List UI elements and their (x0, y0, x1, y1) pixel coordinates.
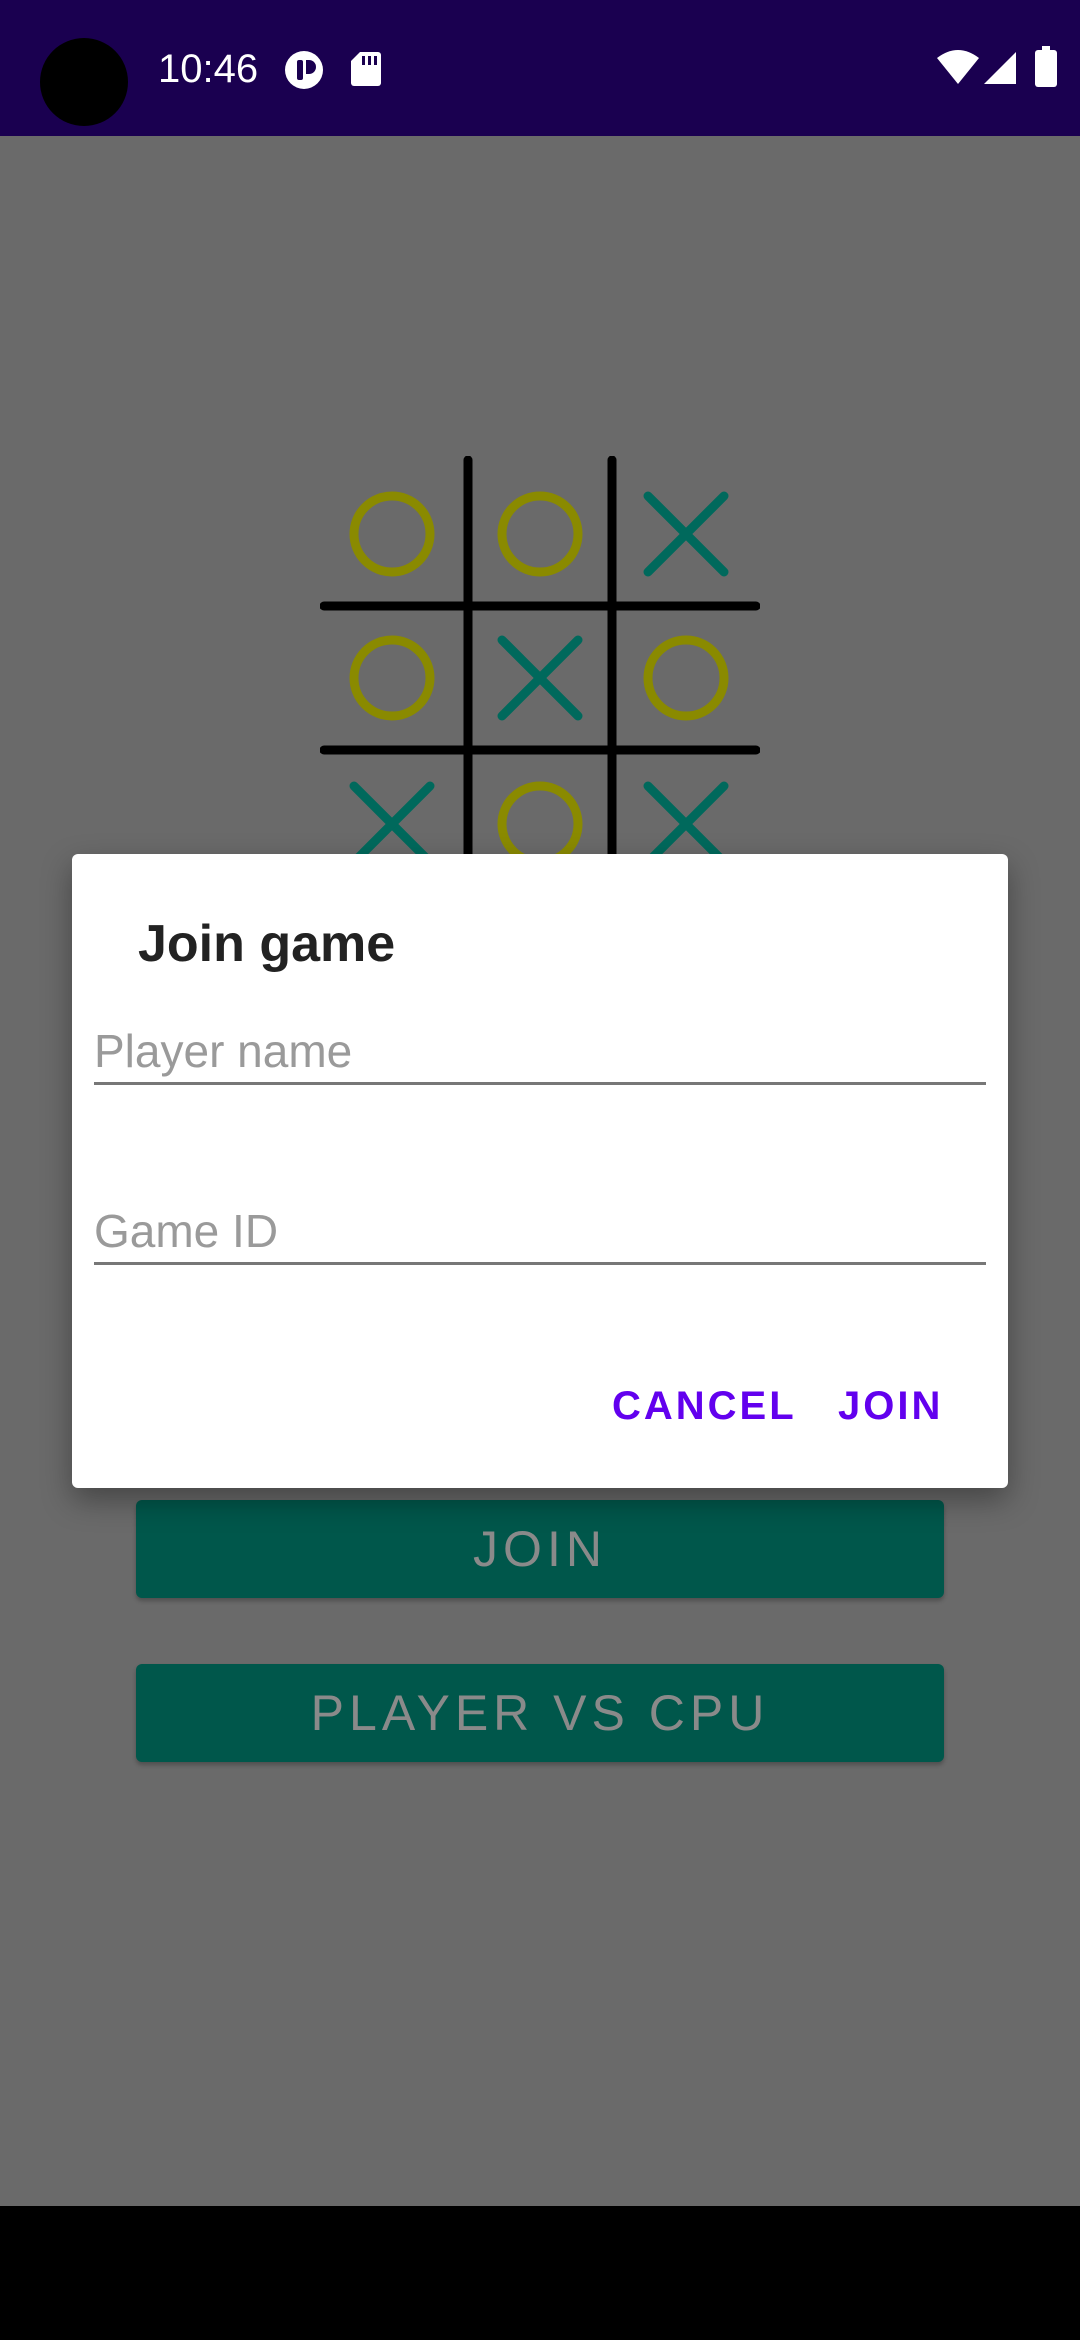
status-time: 10:46 (158, 47, 259, 91)
game-id-field[interactable] (94, 1178, 986, 1265)
o-mark-cell-1 (349, 491, 435, 577)
o-mark-cell-6 (643, 635, 729, 721)
dialog-join-button[interactable]: JOIN (838, 1384, 943, 1429)
x-mark-cell-3 (643, 491, 729, 577)
o-mark-cell-4 (349, 635, 435, 721)
x-mark-cell-5 (497, 635, 583, 721)
navigation-bar (0, 2206, 1080, 2340)
dialog-title: Join game (138, 915, 396, 973)
o-mark-cell-2 (497, 491, 583, 577)
x-mark-cell-7 (349, 781, 435, 867)
sd-card-icon (351, 52, 381, 86)
player-name-input[interactable] (94, 1024, 986, 1078)
battery-icon (1035, 46, 1057, 87)
cancel-button[interactable]: CANCEL (612, 1384, 797, 1429)
tic-tac-toe-board (320, 456, 760, 901)
wifi-icon (937, 50, 979, 84)
notification-icon (285, 51, 323, 89)
signal-icon (984, 52, 1016, 84)
camera-cutout (40, 38, 128, 126)
status-bar: 10:46 (0, 0, 1080, 136)
o-mark-cell-8 (497, 781, 583, 867)
join-button[interactable]: JOIN (136, 1500, 944, 1598)
join-game-dialog: Join game CANCEL JOIN (72, 854, 1008, 1488)
player-name-field[interactable] (94, 998, 986, 1085)
x-mark-cell-9 (643, 781, 729, 867)
game-id-input[interactable] (94, 1204, 986, 1258)
player-vs-cpu-button[interactable]: PLAYER VS CPU (136, 1664, 944, 1762)
